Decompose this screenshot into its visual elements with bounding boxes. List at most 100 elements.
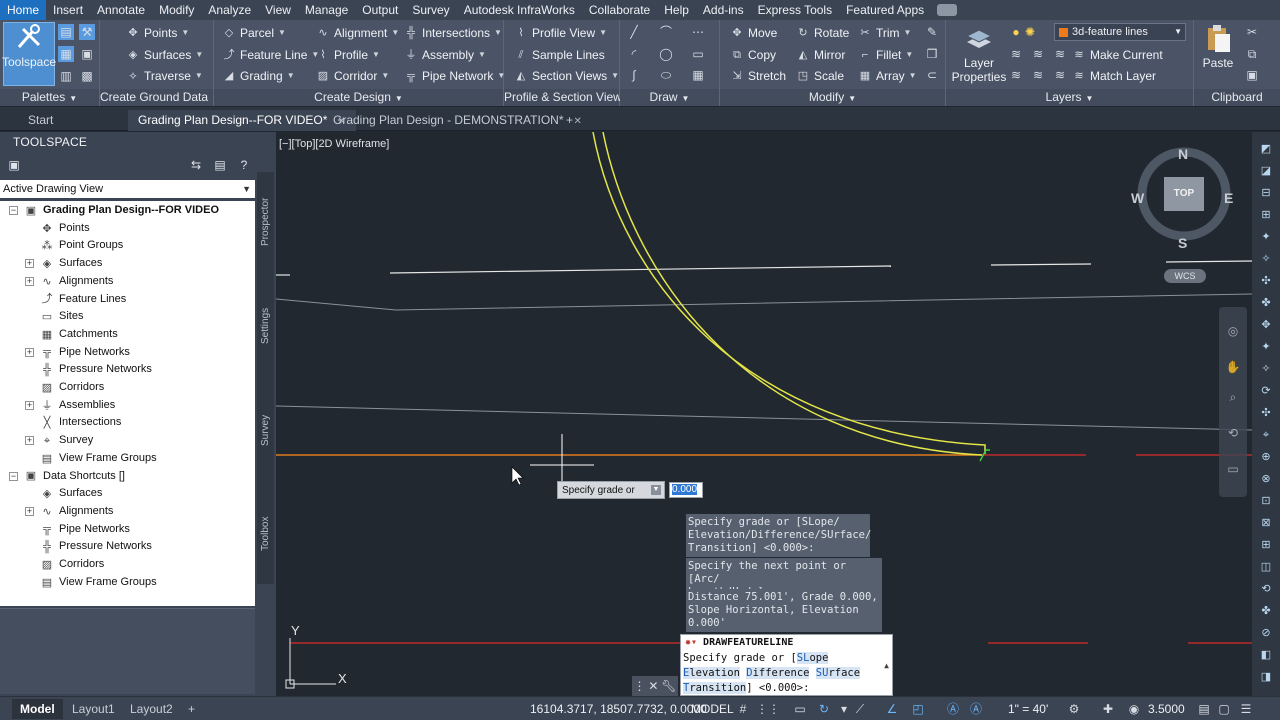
model-space-toggle[interactable]: MODEL (691, 701, 734, 717)
pan-icon[interactable]: ✋ (1225, 359, 1241, 375)
expand-icon[interactable]: + (25, 259, 34, 269)
tree-item-points[interactable]: ✥ Points (40, 220, 89, 238)
tree-item-corridors[interactable]: ▨ Corridors (40, 556, 104, 574)
tree-item-pressure-networks[interactable]: ╬ Pressure Networks (40, 361, 152, 379)
rectangle-icon[interactable]: ▭ (690, 46, 706, 62)
panel-title-modify[interactable]: Modify ▼ (720, 89, 945, 106)
grading-button[interactable]: ◢ Grading ▼ (222, 66, 295, 86)
tree-item-assemblies[interactable]: + ⏚ Assemblies (25, 397, 115, 415)
quick-properties-icon[interactable]: ▤ (1196, 701, 1212, 717)
pipe-network-button[interactable]: ╦ Pipe Network ▼ (404, 66, 505, 86)
section-views-button[interactable]: ◭ Section Views ▼ (514, 66, 619, 86)
tree-item-surfaces[interactable]: + ◈ Surfaces (25, 255, 102, 273)
panel-title-create-ground-data[interactable]: Create Ground Data▼ (100, 89, 220, 106)
chevron-down-icon[interactable]: ▼ (651, 485, 661, 495)
customize-icon[interactable]: ☰ (1238, 701, 1254, 717)
polar-icon[interactable]: ⟋ (852, 701, 868, 717)
ribbon-tab-autodesk-infraworks[interactable]: Autodesk InfraWorks (457, 0, 582, 20)
points-button[interactable]: ✥ Points ▼ (126, 23, 189, 43)
panel-title-layers[interactable]: Layers ▼ (946, 89, 1193, 106)
polyline-icon[interactable]: ⌒ (658, 24, 674, 40)
tab-layout2[interactable]: Layout2 (122, 699, 181, 719)
wrench-icon[interactable]: 🔧︎ (661, 679, 676, 693)
offset-icon[interactable]: ⊂ (924, 67, 940, 83)
tree-item-view-frame-groups[interactable]: ▤ View Frame Groups (40, 450, 157, 468)
tree-item-data-shortcuts[interactable]: − ▣ Data Shortcuts [] (9, 468, 125, 486)
option-elevation[interactable]: Elevation (683, 667, 740, 679)
tree-item-surfaces[interactable]: ◈ Surfaces (40, 485, 103, 503)
match-properties-icon[interactable]: ▣ (1244, 67, 1260, 83)
tree-item-grading-plan-design-for-video[interactable]: − ▣ Grading Plan Design--FOR VIDEO (9, 202, 219, 220)
array-button[interactable]: ▦ Array ▼ (858, 66, 917, 86)
tab-prospector[interactable]: Prospector (257, 172, 274, 272)
tree-item-feature-lines[interactable]: ⤴ Feature Lines (40, 291, 127, 309)
make-current-button[interactable]: ≋ Make Current (1072, 45, 1162, 65)
scroll-up-icon[interactable]: ▲ (884, 661, 889, 670)
scale-button[interactable]: ◳ Scale (796, 66, 844, 86)
ribbon-tab-annotate[interactable]: Annotate (90, 0, 152, 20)
toolspace-view-select[interactable]: Active Drawing View ▼ (0, 180, 255, 198)
tool-strip-icon[interactable]: ✥ (1258, 318, 1274, 332)
tree-item-sites[interactable]: ▭ Sites (40, 308, 84, 326)
stretch-button[interactable]: ⇲ Stretch (730, 66, 786, 86)
tool-strip-icon[interactable]: ✣ (1258, 406, 1274, 420)
tool-strip-icon[interactable]: ⊗ (1258, 472, 1274, 486)
fillet-button[interactable]: ⌐ Fillet ▼ (858, 45, 913, 65)
option-transition[interactable]: Transition (683, 682, 747, 694)
dynamic-input-field[interactable]: 0.000 (669, 482, 703, 498)
mirror-button[interactable]: ◭ Mirror (796, 45, 846, 65)
tool-strip-icon[interactable]: ⊠ (1258, 516, 1274, 530)
ribbon-tab-modify[interactable]: Modify (152, 0, 201, 20)
clean-screen-icon[interactable]: ▢ (1216, 701, 1232, 717)
hatch-icon[interactable]: ▦ (690, 67, 706, 83)
close-icon[interactable]: ✕ (648, 679, 658, 693)
sample-lines-button[interactable]: ⫽ Sample Lines (514, 45, 605, 65)
tool-strip-icon[interactable]: ✦ (1258, 340, 1274, 354)
layer-dropdown[interactable]: 3d-feature lines ▼ (1054, 23, 1186, 41)
collapse-icon[interactable]: − (9, 206, 18, 215)
elevation-value[interactable]: 3.5000 (1148, 701, 1185, 717)
layer-lock-icon[interactable]: ≋ (1008, 67, 1024, 83)
feature-line-button[interactable]: ⤴ Feature Line ▼ (222, 45, 320, 65)
tree-item-survey[interactable]: + ⌖ Survey (25, 432, 93, 450)
trim-button[interactable]: ✂ Trim ▼ (858, 23, 911, 43)
tree-item-view-frame-groups[interactable]: ▤ View Frame Groups (40, 574, 157, 592)
layer-properties-button[interactable]: Layer Properties (952, 24, 1006, 84)
tool-strip-icon[interactable]: ✧ (1258, 362, 1274, 376)
tab-doc-for-video[interactable]: Grading Plan Design--FOR VIDEO* ✕ (128, 110, 356, 131)
panel-title-create-design[interactable]: Create Design ▼ (214, 89, 503, 106)
compass-east[interactable]: E (1224, 190, 1233, 206)
erase-icon[interactable]: ✎ (924, 24, 940, 40)
snap-icon[interactable]: ⋮⋮ (756, 701, 780, 717)
option-difference[interactable]: Difference (746, 667, 810, 679)
ribbon-tab-featured-apps[interactable]: Featured Apps (839, 0, 931, 20)
match-layer-button[interactable]: ≋ Match Layer (1072, 66, 1156, 86)
compass-south[interactable]: S (1178, 235, 1187, 251)
feature-line-curve-inner[interactable] (602, 132, 983, 456)
orbit-icon[interactable]: ⟲ (1225, 425, 1241, 441)
osnap-icon[interactable]: ∠ (884, 701, 900, 717)
traverse-button[interactable]: ⟡ Traverse ▼ (126, 66, 202, 86)
annotation-scale[interactable]: 1" = 40' (1008, 701, 1048, 717)
infer-constraints-icon[interactable]: ▭ (792, 701, 808, 717)
tool-strip-icon[interactable]: ◫ (1258, 560, 1274, 574)
ribbon-tab-help[interactable]: Help (657, 0, 696, 20)
isolate-icon[interactable]: ◉ (1126, 701, 1142, 717)
layer-unlock-icon[interactable]: ≋ (1030, 67, 1046, 83)
circle-icon[interactable]: ◯ (658, 46, 674, 62)
paste-button[interactable]: Paste (1198, 24, 1238, 70)
tool-strip-icon[interactable]: ✣ (1258, 274, 1274, 288)
tree-item-catchments[interactable]: ▦ Catchments (40, 326, 118, 344)
tool-strip-icon[interactable]: ◨ (1258, 670, 1274, 684)
expand-icon[interactable]: + (25, 400, 34, 410)
auto-scale-icon[interactable]: Ⓐ (968, 701, 984, 717)
tab-model[interactable]: Model (12, 699, 63, 719)
tab-doc-demonstration[interactable]: Grading Plan Design - DEMONSTRATION* ✕ (323, 110, 592, 131)
cut-icon[interactable]: ✂ (1244, 24, 1260, 40)
grip-icon[interactable]: ⋮ (633, 679, 645, 693)
option-surface[interactable]: SUrface (815, 667, 861, 679)
viewcube-top-face[interactable]: TOP (1164, 177, 1204, 211)
layer-unisolate-icon[interactable]: ≋ (1052, 46, 1068, 62)
arc-icon[interactable]: ◜ (626, 46, 642, 62)
copy-button[interactable]: ⧉ Copy (730, 45, 776, 65)
